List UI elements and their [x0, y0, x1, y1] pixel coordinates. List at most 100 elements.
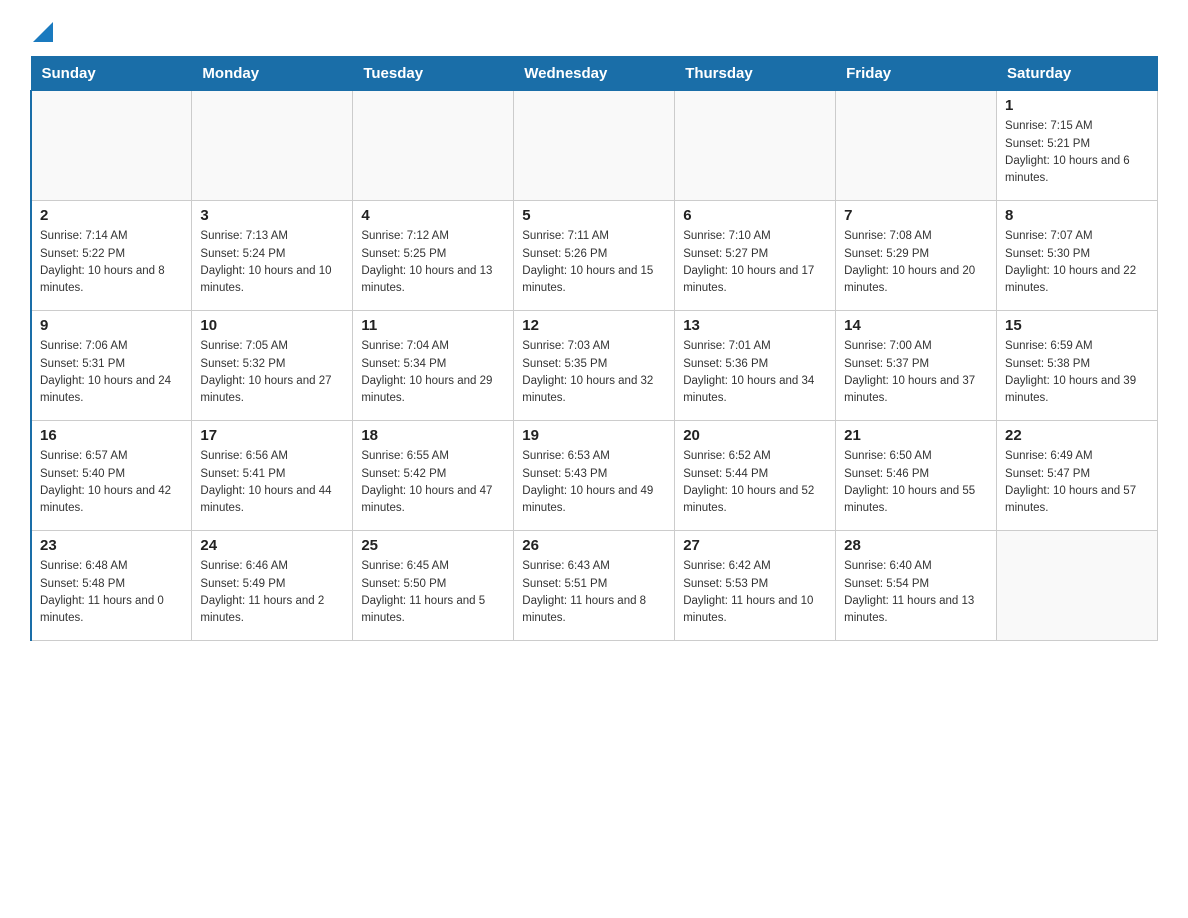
day-info: Sunrise: 6:45 AM Sunset: 5:50 PM Dayligh…	[361, 558, 505, 627]
calendar-cell	[514, 91, 675, 201]
day-number: 6	[683, 207, 827, 224]
day-info: Sunrise: 7:12 AM Sunset: 5:25 PM Dayligh…	[361, 228, 505, 297]
day-number: 5	[522, 207, 666, 224]
day-info: Sunrise: 6:48 AM Sunset: 5:48 PM Dayligh…	[40, 558, 183, 627]
day-info: Sunrise: 7:11 AM Sunset: 5:26 PM Dayligh…	[522, 228, 666, 297]
day-info: Sunrise: 7:15 AM Sunset: 5:21 PM Dayligh…	[1005, 118, 1149, 187]
calendar-week-2: 2 Sunrise: 7:14 AM Sunset: 5:22 PM Daylig…	[31, 201, 1158, 311]
calendar-week-3: 9 Sunrise: 7:06 AM Sunset: 5:31 PM Daylig…	[31, 311, 1158, 421]
calendar-cell: 25 Sunrise: 6:45 AM Sunset: 5:50 PM Dayli…	[353, 531, 514, 641]
day-number: 26	[522, 537, 666, 554]
day-number: 23	[40, 537, 183, 554]
logo	[30, 20, 53, 46]
calendar-cell: 26 Sunrise: 6:43 AM Sunset: 5:51 PM Dayli…	[514, 531, 675, 641]
day-number: 4	[361, 207, 505, 224]
weekday-header-monday: Monday	[192, 57, 353, 91]
calendar-cell	[675, 91, 836, 201]
calendar-cell: 19 Sunrise: 6:53 AM Sunset: 5:43 PM Dayli…	[514, 421, 675, 531]
logo-text	[30, 20, 53, 46]
calendar-cell: 16 Sunrise: 6:57 AM Sunset: 5:40 PM Dayli…	[31, 421, 192, 531]
logo-blue	[30, 20, 53, 46]
weekday-header-tuesday: Tuesday	[353, 57, 514, 91]
day-number: 22	[1005, 427, 1149, 444]
calendar-cell: 11 Sunrise: 7:04 AM Sunset: 5:34 PM Dayli…	[353, 311, 514, 421]
calendar-cell: 5 Sunrise: 7:11 AM Sunset: 5:26 PM Daylig…	[514, 201, 675, 311]
day-number: 21	[844, 427, 988, 444]
day-info: Sunrise: 6:49 AM Sunset: 5:47 PM Dayligh…	[1005, 448, 1149, 517]
calendar-cell: 24 Sunrise: 6:46 AM Sunset: 5:49 PM Dayli…	[192, 531, 353, 641]
calendar-table: SundayMondayTuesdayWednesdayThursdayFrid…	[30, 56, 1158, 641]
day-info: Sunrise: 6:59 AM Sunset: 5:38 PM Dayligh…	[1005, 338, 1149, 407]
day-number: 8	[1005, 207, 1149, 224]
day-info: Sunrise: 6:57 AM Sunset: 5:40 PM Dayligh…	[40, 448, 183, 517]
day-number: 12	[522, 317, 666, 334]
day-info: Sunrise: 7:08 AM Sunset: 5:29 PM Dayligh…	[844, 228, 988, 297]
calendar-cell: 12 Sunrise: 7:03 AM Sunset: 5:35 PM Dayli…	[514, 311, 675, 421]
calendar-cell: 8 Sunrise: 7:07 AM Sunset: 5:30 PM Daylig…	[997, 201, 1158, 311]
day-number: 20	[683, 427, 827, 444]
calendar-cell: 6 Sunrise: 7:10 AM Sunset: 5:27 PM Daylig…	[675, 201, 836, 311]
day-info: Sunrise: 6:53 AM Sunset: 5:43 PM Dayligh…	[522, 448, 666, 517]
day-number: 13	[683, 317, 827, 334]
day-info: Sunrise: 7:03 AM Sunset: 5:35 PM Dayligh…	[522, 338, 666, 407]
weekday-header-friday: Friday	[836, 57, 997, 91]
day-number: 28	[844, 537, 988, 554]
day-info: Sunrise: 6:42 AM Sunset: 5:53 PM Dayligh…	[683, 558, 827, 627]
weekday-header-sunday: Sunday	[31, 57, 192, 91]
calendar-cell: 13Sunrise: 7:01 AM Sunset: 5:36 PM Dayli…	[675, 311, 836, 421]
day-info: Sunrise: 6:55 AM Sunset: 5:42 PM Dayligh…	[361, 448, 505, 517]
page-header	[30, 20, 1158, 46]
calendar-week-5: 23 Sunrise: 6:48 AM Sunset: 5:48 PM Dayli…	[31, 531, 1158, 641]
day-info: Sunrise: 7:07 AM Sunset: 5:30 PM Dayligh…	[1005, 228, 1149, 297]
day-info: Sunrise: 7:00 AM Sunset: 5:37 PM Dayligh…	[844, 338, 988, 407]
day-info: Sunrise: 6:43 AM Sunset: 5:51 PM Dayligh…	[522, 558, 666, 627]
day-number: 24	[200, 537, 344, 554]
calendar-cell: 9 Sunrise: 7:06 AM Sunset: 5:31 PM Daylig…	[31, 311, 192, 421]
calendar-cell: 3 Sunrise: 7:13 AM Sunset: 5:24 PM Daylig…	[192, 201, 353, 311]
calendar-cell: 20 Sunrise: 6:52 AM Sunset: 5:44 PM Dayli…	[675, 421, 836, 531]
calendar-cell: 7Sunrise: 7:08 AM Sunset: 5:29 PM Daylig…	[836, 201, 997, 311]
day-info: Sunrise: 7:10 AM Sunset: 5:27 PM Dayligh…	[683, 228, 827, 297]
calendar-cell: 21 Sunrise: 6:50 AM Sunset: 5:46 PM Dayli…	[836, 421, 997, 531]
day-info: Sunrise: 6:56 AM Sunset: 5:41 PM Dayligh…	[200, 448, 344, 517]
weekday-header-thursday: Thursday	[675, 57, 836, 91]
logo-arrow-icon	[33, 22, 53, 42]
day-number: 15	[1005, 317, 1149, 334]
calendar-cell: 2 Sunrise: 7:14 AM Sunset: 5:22 PM Daylig…	[31, 201, 192, 311]
day-info: Sunrise: 6:46 AM Sunset: 5:49 PM Dayligh…	[200, 558, 344, 627]
calendar-cell	[31, 91, 192, 201]
day-info: Sunrise: 7:06 AM Sunset: 5:31 PM Dayligh…	[40, 338, 183, 407]
weekday-header-wednesday: Wednesday	[514, 57, 675, 91]
day-info: Sunrise: 6:40 AM Sunset: 5:54 PM Dayligh…	[844, 558, 988, 627]
calendar-cell: 27 Sunrise: 6:42 AM Sunset: 5:53 PM Dayli…	[675, 531, 836, 641]
day-info: Sunrise: 7:13 AM Sunset: 5:24 PM Dayligh…	[200, 228, 344, 297]
day-number: 3	[200, 207, 344, 224]
calendar-cell	[353, 91, 514, 201]
calendar-cell: 23 Sunrise: 6:48 AM Sunset: 5:48 PM Dayli…	[31, 531, 192, 641]
day-info: Sunrise: 6:50 AM Sunset: 5:46 PM Dayligh…	[844, 448, 988, 517]
day-number: 11	[361, 317, 505, 334]
day-number: 16	[40, 427, 183, 444]
calendar-cell: 4 Sunrise: 7:12 AM Sunset: 5:25 PM Daylig…	[353, 201, 514, 311]
day-number: 19	[522, 427, 666, 444]
calendar-cell: 1Sunrise: 7:15 AM Sunset: 5:21 PM Daylig…	[997, 91, 1158, 201]
weekday-header-row: SundayMondayTuesdayWednesdayThursdayFrid…	[31, 57, 1158, 91]
calendar-cell: 15 Sunrise: 6:59 AM Sunset: 5:38 PM Dayli…	[997, 311, 1158, 421]
calendar-cell: 10 Sunrise: 7:05 AM Sunset: 5:32 PM Dayli…	[192, 311, 353, 421]
calendar-cell: 17 Sunrise: 6:56 AM Sunset: 5:41 PM Dayli…	[192, 421, 353, 531]
day-info: Sunrise: 7:05 AM Sunset: 5:32 PM Dayligh…	[200, 338, 344, 407]
day-number: 27	[683, 537, 827, 554]
day-number: 25	[361, 537, 505, 554]
day-info: Sunrise: 7:14 AM Sunset: 5:22 PM Dayligh…	[40, 228, 183, 297]
day-number: 17	[200, 427, 344, 444]
day-number: 9	[40, 317, 183, 334]
day-info: Sunrise: 7:04 AM Sunset: 5:34 PM Dayligh…	[361, 338, 505, 407]
calendar-week-4: 16 Sunrise: 6:57 AM Sunset: 5:40 PM Dayli…	[31, 421, 1158, 531]
calendar-cell: 22 Sunrise: 6:49 AM Sunset: 5:47 PM Dayli…	[997, 421, 1158, 531]
day-number: 2	[40, 207, 183, 224]
day-number: 14	[844, 317, 988, 334]
day-info: Sunrise: 6:52 AM Sunset: 5:44 PM Dayligh…	[683, 448, 827, 517]
calendar-cell	[997, 531, 1158, 641]
day-number: 18	[361, 427, 505, 444]
day-number: 10	[200, 317, 344, 334]
